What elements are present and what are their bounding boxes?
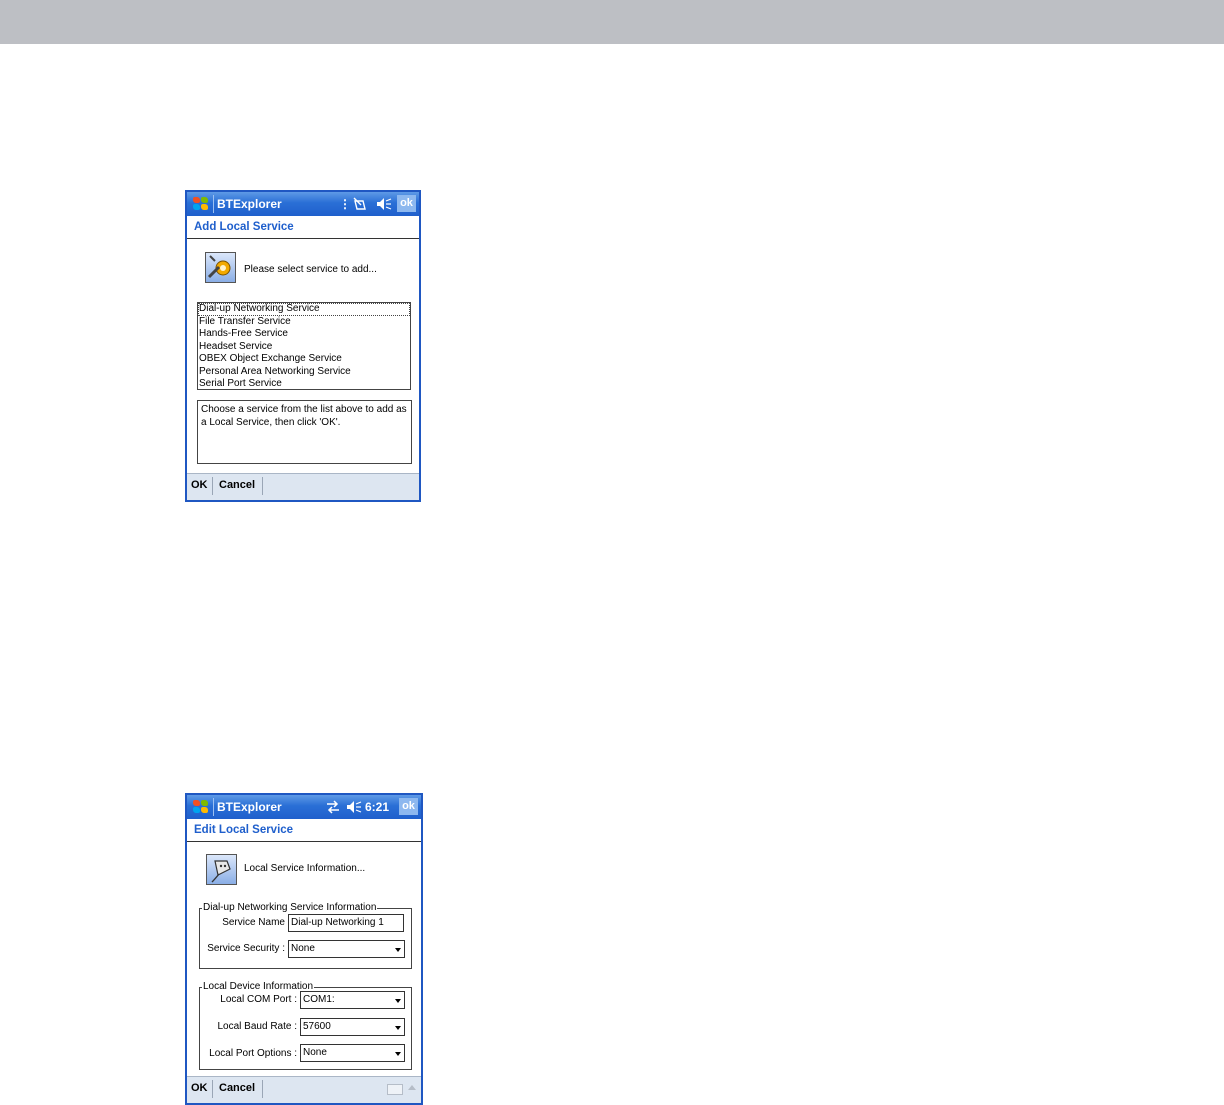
menu-separator <box>212 477 213 495</box>
title-separator <box>213 798 214 816</box>
menu-separator <box>262 477 263 495</box>
list-item[interactable]: Dial-up Networking Service <box>198 303 410 316</box>
service-security-value: None <box>291 943 315 954</box>
chevron-down-icon <box>395 948 401 952</box>
prompt-text: Local Service Information... <box>244 863 366 874</box>
ok-button[interactable]: ok <box>397 195 416 212</box>
com-port-dropdown[interactable]: COM1: <box>300 991 405 1009</box>
speaker-icon[interactable] <box>375 196 393 212</box>
baud-rate-label: Local Baud Rate : <box>217 1021 298 1032</box>
add-local-service-screen: BTExplorer ⋮ ok Add Local Service Please… <box>185 190 421 502</box>
clock[interactable]: 6:21 <box>365 800 389 814</box>
list-item[interactable]: Headset Service <box>198 341 410 354</box>
com-port-label: Local COM Port : <box>220 994 297 1005</box>
cancel-softkey[interactable]: Cancel <box>219 1082 255 1094</box>
cancel-softkey[interactable]: Cancel <box>219 479 255 491</box>
com-port-value: COM1: <box>303 994 335 1005</box>
document-header-bar <box>0 0 1224 44</box>
group-legend: Dial-up Networking Service Information <box>202 902 378 913</box>
menu-separator <box>212 1080 213 1098</box>
port-options-label: Local Port Options : <box>209 1048 297 1059</box>
windows-start-icon[interactable] <box>192 196 209 212</box>
list-item[interactable]: Hands-Free Service <box>198 328 410 341</box>
title-separator <box>213 195 214 213</box>
chevron-down-icon <box>395 1052 401 1056</box>
title-bar: BTExplorer 6:21 ok <box>187 795 421 819</box>
page-title: Add Local Service <box>187 216 419 239</box>
ok-button[interactable]: ok <box>399 798 418 815</box>
edit-local-service-screen: BTExplorer 6:21 ok Edit Local Service Lo… <box>185 793 423 1105</box>
list-item[interactable]: File Transfer Service <box>198 316 410 329</box>
list-item[interactable]: OBEX Object Exchange Service <box>198 353 410 366</box>
prompt-text: Please select service to add... <box>244 264 377 275</box>
service-security-dropdown[interactable]: None <box>288 940 405 958</box>
app-title: BTExplorer <box>217 197 282 211</box>
ok-softkey[interactable]: OK <box>191 1082 208 1094</box>
connectivity-arrows-icon[interactable] <box>325 799 341 815</box>
antenna-icon[interactable]: ⋮ <box>339 196 351 212</box>
soft-key-bar: OK Cancel <box>187 473 419 500</box>
keyboard-icon[interactable] <box>387 1084 403 1095</box>
baud-rate-value: 57600 <box>303 1021 331 1032</box>
no-connection-icon[interactable] <box>352 196 368 212</box>
service-name-label: Service Name <box>222 917 285 928</box>
speaker-icon[interactable] <box>345 799 363 815</box>
list-item[interactable]: Serial Port Service <box>198 378 410 389</box>
baud-rate-dropdown[interactable]: 57600 <box>300 1018 405 1036</box>
help-text-box: Choose a service from the list above to … <box>197 400 412 464</box>
service-list[interactable]: Dial-up Networking Service File Transfer… <box>197 302 411 390</box>
service-security-label: Service Security : <box>207 943 285 954</box>
serial-connector-icon <box>206 854 237 885</box>
windows-start-icon[interactable] <box>192 799 209 815</box>
chevron-down-icon <box>395 1026 401 1030</box>
chevron-down-icon <box>395 999 401 1003</box>
ok-softkey[interactable]: OK <box>191 479 208 491</box>
page-title: Edit Local Service <box>187 819 421 842</box>
chevron-up-icon[interactable] <box>408 1085 416 1090</box>
service-name-input[interactable]: Dial-up Networking 1 <box>288 914 404 932</box>
title-bar: BTExplorer ⋮ ok <box>187 192 419 216</box>
port-options-value: None <box>303 1047 327 1058</box>
group-legend: Local Device Information <box>202 981 315 992</box>
service-settings-icon <box>205 252 236 283</box>
menu-separator <box>262 1080 263 1098</box>
list-item[interactable]: Personal Area Networking Service <box>198 366 410 379</box>
app-title: BTExplorer <box>217 800 282 814</box>
port-options-dropdown[interactable]: None <box>300 1044 405 1062</box>
soft-key-bar: OK Cancel <box>187 1076 421 1103</box>
